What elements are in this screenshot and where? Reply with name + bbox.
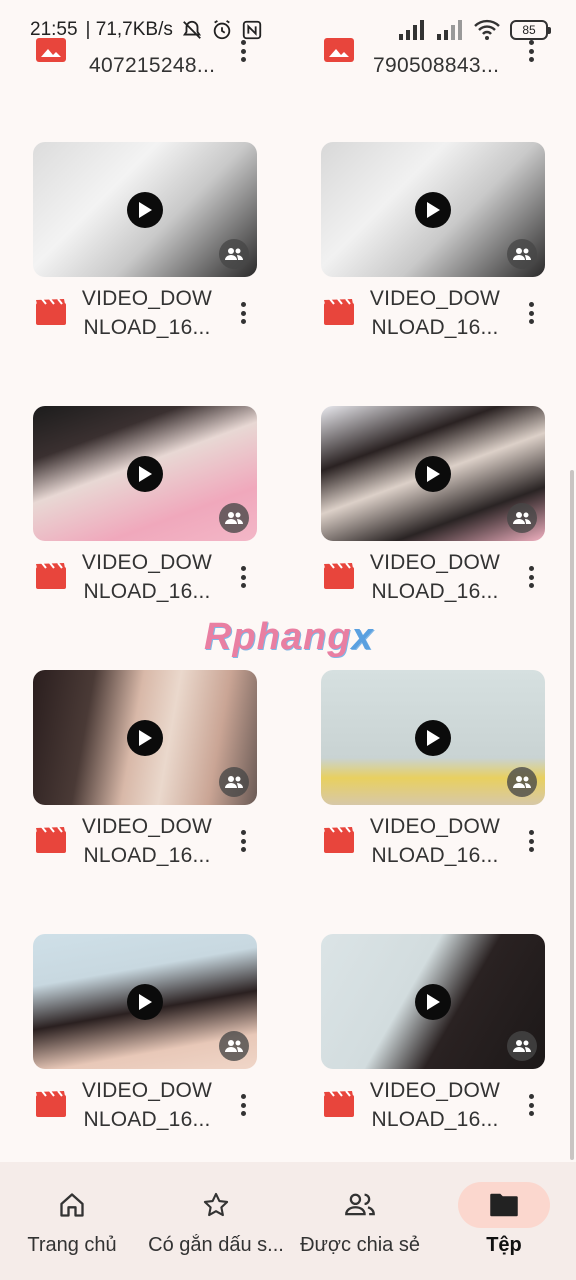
video-file-icon <box>324 299 354 325</box>
file-name[interactable]: VIDEO_DOW NLOAD_16... <box>360 284 510 342</box>
more-options-button[interactable] <box>521 1088 541 1122</box>
shared-icon <box>219 1031 249 1061</box>
scrollbar[interactable] <box>570 470 574 1160</box>
nav-label: Tệp <box>486 1234 522 1256</box>
video-file-icon <box>324 1091 354 1117</box>
nav-label: Có gắn dấu s... <box>148 1234 284 1256</box>
folder-icon <box>490 1193 518 1217</box>
video-file-icon <box>324 563 354 589</box>
nav-label: Trang chủ <box>27 1234 117 1256</box>
video-thumbnail[interactable] <box>321 934 545 1069</box>
file-name[interactable]: VIDEO_DOW NLOAD_16... <box>72 284 222 342</box>
status-network-speed: | 71,7KB/s <box>85 19 173 40</box>
status-left: 21:55 | 71,7KB/s <box>30 19 263 41</box>
more-options-button[interactable] <box>521 296 541 330</box>
shared-icon <box>219 503 249 533</box>
play-icon <box>415 719 451 756</box>
more-options-button[interactable] <box>521 824 541 858</box>
battery-level: 85 <box>522 23 536 37</box>
status-right: 85 <box>398 19 551 41</box>
nfc-icon <box>242 20 262 40</box>
nav-label: Được chia sẻ <box>300 1234 420 1256</box>
video-thumbnail[interactable] <box>33 142 257 277</box>
battery-icon: 85 <box>510 20 551 40</box>
more-options-button[interactable] <box>521 560 541 594</box>
home-icon <box>60 1193 84 1217</box>
more-options-button[interactable] <box>233 296 253 330</box>
shared-icon <box>219 767 249 797</box>
nav-item-home[interactable]: Trang chủ <box>0 1162 144 1280</box>
play-icon <box>127 719 163 756</box>
more-options-button[interactable] <box>233 560 253 594</box>
alarm-icon <box>213 20 231 40</box>
status-time: 21:55 <box>30 19 78 40</box>
more-options-button[interactable] <box>233 824 253 858</box>
play-icon <box>415 191 451 228</box>
video-file-icon <box>324 827 354 853</box>
play-icon <box>127 191 163 228</box>
wifi-icon <box>474 19 500 40</box>
file-name[interactable]: VIDEO_DOW NLOAD_16... <box>72 1076 222 1134</box>
shared-icon <box>507 503 537 533</box>
video-thumbnail[interactable] <box>321 142 545 277</box>
signal-icon-secondary <box>437 20 462 40</box>
video-thumbnail[interactable] <box>321 406 545 541</box>
shared-icon <box>507 767 537 797</box>
video-thumbnail[interactable] <box>33 670 257 805</box>
nav-item-files[interactable]: Tệp <box>432 1162 576 1280</box>
file-name[interactable]: VIDEO_DOW NLOAD_16... <box>72 548 222 606</box>
play-icon <box>415 455 451 492</box>
shared-icon <box>507 1031 537 1061</box>
play-icon <box>127 455 163 492</box>
mute-icon <box>182 20 201 39</box>
video-thumbnail[interactable] <box>321 670 545 805</box>
video-file-icon <box>36 827 66 853</box>
nav-item-shared[interactable]: Được chia sẻ <box>288 1162 432 1280</box>
more-options-button[interactable] <box>233 1088 253 1122</box>
file-name[interactable]: VIDEO_DOW NLOAD_16... <box>360 548 510 606</box>
play-icon <box>127 983 163 1020</box>
signal-icon <box>399 20 424 40</box>
shared-icon <box>507 239 537 269</box>
video-thumbnail[interactable] <box>33 934 257 1069</box>
video-file-icon <box>36 563 66 589</box>
file-name[interactable]: VIDEO_DOW NLOAD_16... <box>72 812 222 870</box>
shared-icon <box>219 239 249 269</box>
bottom-navigation: Trang chủ Có gắn dấu s... Được chia sẻ T… <box>0 1162 576 1280</box>
people-icon <box>345 1193 375 1216</box>
file-name[interactable]: VIDEO_DOW NLOAD_16... <box>360 812 510 870</box>
video-file-icon <box>36 299 66 325</box>
file-name[interactable]: VIDEO_DOW NLOAD_16... <box>360 1076 510 1134</box>
video-file-icon <box>36 1091 66 1117</box>
video-thumbnail[interactable] <box>33 406 257 541</box>
star-icon <box>203 1192 229 1217</box>
status-bar: 21:55 | 71,7KB/s 85 <box>0 0 576 60</box>
watermark-logo: Rphangx <box>204 616 374 658</box>
play-icon <box>415 983 451 1020</box>
nav-item-starred[interactable]: Có gắn dấu s... <box>144 1162 288 1280</box>
